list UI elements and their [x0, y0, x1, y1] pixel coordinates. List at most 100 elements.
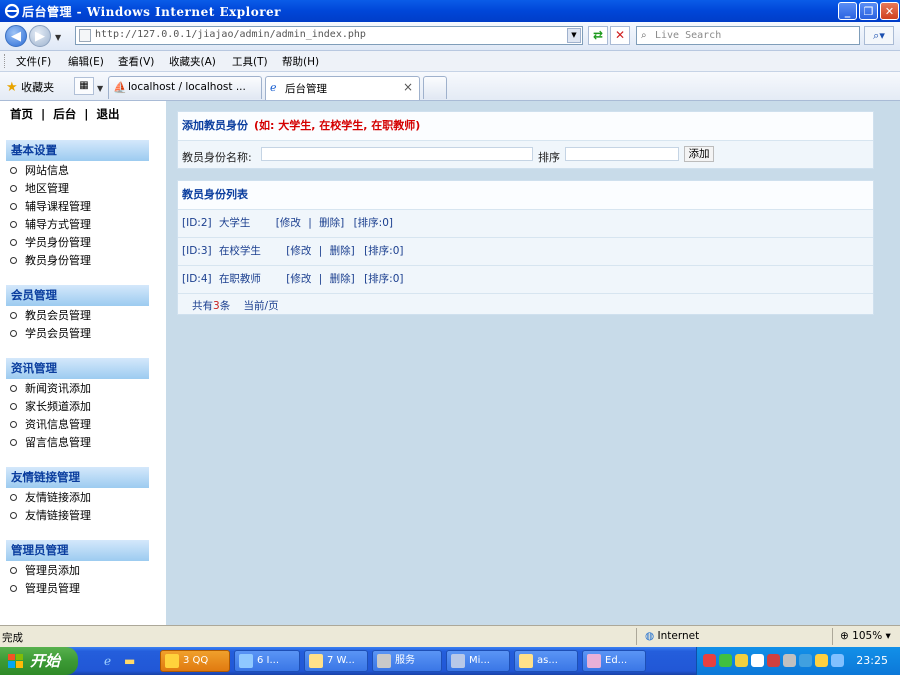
- tray-media-icon[interactable]: [751, 654, 764, 667]
- menu-edit[interactable]: 编辑(E): [68, 54, 104, 69]
- sidebar-item-site-info[interactable]: 网站信息: [10, 162, 69, 178]
- sidebar-item-label: 辅导课程管理: [25, 200, 91, 213]
- sort-input[interactable]: [565, 147, 679, 161]
- sidebar-item-manage-admins[interactable]: 管理员管理: [10, 580, 80, 596]
- history-dropdown-icon[interactable]: ▼: [55, 33, 61, 42]
- sidebar-heading-admins[interactable]: 管理员管理: [6, 540, 149, 561]
- tray-antivirus-icon[interactable]: [703, 654, 716, 667]
- refresh-button[interactable]: ⇄: [588, 26, 608, 45]
- row-name: 在校学生: [218, 245, 261, 257]
- tray-volume-icon[interactable]: [783, 654, 796, 667]
- menu-file[interactable]: 文件(F): [16, 54, 51, 69]
- row-id: [ID:4]: [182, 273, 212, 285]
- sidebar-heading-members[interactable]: 会员管理: [6, 285, 149, 306]
- edit-link[interactable]: [修改: [276, 217, 301, 229]
- sidebar-item-messages[interactable]: 留言信息管理: [10, 434, 91, 450]
- sidebar-heading-basic-settings[interactable]: 基本设置: [6, 140, 149, 161]
- sidebar-item-student-identity[interactable]: 学员身份管理: [10, 234, 91, 250]
- sidebar-item-label: 家长频道添加: [25, 400, 91, 413]
- minimize-button[interactable]: _: [838, 2, 857, 20]
- window-title: 后台管理 - Windows Internet Explorer: [22, 5, 281, 19]
- search-box[interactable]: ⌕ Live Search: [636, 26, 860, 45]
- sidebar-item-add-parent-channel[interactable]: 家长频道添加: [10, 398, 91, 414]
- taskbar-mi[interactable]: Mi...: [446, 650, 510, 672]
- home-link[interactable]: 首页: [10, 107, 33, 121]
- sidebar-item-add-admin[interactable]: 管理员添加: [10, 562, 80, 578]
- ie-quicklaunch-icon[interactable]: ℯ: [104, 654, 111, 668]
- add-panel-title: 添加教员身份: [182, 119, 248, 132]
- edit-link[interactable]: [修改: [286, 245, 311, 257]
- sidebar-item-teacher-identity[interactable]: 教员身份管理: [10, 252, 91, 268]
- tab-admin[interactable]: ℯ 后台管理 ×: [265, 76, 420, 100]
- favorites-button[interactable]: ★ 收藏夹: [6, 79, 54, 95]
- sidebar-item-label: 资讯信息管理: [25, 418, 91, 431]
- sidebar-heading-links[interactable]: 友情链接管理: [6, 467, 149, 488]
- menu-favorites[interactable]: 收藏夹(A): [169, 54, 216, 69]
- taskbar: 开始 ℯ ▬ 3 QQ 6 I... 7 W... 服务 Mi... as...…: [0, 647, 900, 675]
- tab-admin-label: 后台管理: [285, 83, 327, 95]
- sidebar-item-student-members[interactable]: 学员会员管理: [10, 325, 91, 341]
- taskbar-services[interactable]: 服务: [372, 650, 442, 672]
- tray-misc-icon[interactable]: [831, 654, 844, 667]
- search-go-button[interactable]: ⌕▾: [864, 26, 894, 45]
- taskbar-qq[interactable]: 3 QQ: [160, 650, 230, 672]
- sidebar-item-manage-links[interactable]: 友情链接管理: [10, 507, 91, 523]
- tray-shield-icon[interactable]: [815, 654, 828, 667]
- sidebar-item-tutoring-method[interactable]: 辅导方式管理: [10, 216, 91, 232]
- top-link-separator: |: [84, 107, 89, 121]
- tab-localhost[interactable]: ⛵ localhost / localhost ...: [108, 76, 262, 99]
- menu-tools[interactable]: 工具(T): [232, 54, 268, 69]
- maximize-button[interactable]: ❐: [859, 2, 878, 20]
- tab-list-dropdown-icon[interactable]: ▼: [97, 84, 103, 93]
- address-bar[interactable]: http://127.0.0.1/jiajao/admin/admin_inde…: [75, 26, 583, 45]
- stop-button[interactable]: ✕: [610, 26, 630, 45]
- sidebar-item-course[interactable]: 辅导课程管理: [10, 198, 91, 214]
- sidebar-item-add-link[interactable]: 友情链接添加: [10, 489, 91, 505]
- back-button[interactable]: ◀: [5, 25, 27, 47]
- tray-network-icon[interactable]: [719, 654, 732, 667]
- menu-help[interactable]: 帮助(H): [282, 54, 319, 69]
- delete-link[interactable]: 删除]: [330, 245, 355, 257]
- taskbar-word[interactable]: 7 W...: [304, 650, 368, 672]
- tray-update-icon[interactable]: [799, 654, 812, 667]
- delete-link[interactable]: 删除]: [319, 217, 344, 229]
- menu-view[interactable]: 查看(V): [118, 54, 154, 69]
- sidebar-item-add-news[interactable]: 新闻资讯添加: [10, 380, 91, 396]
- tab-localhost-label: localhost / localhost ...: [128, 81, 246, 93]
- close-window-button[interactable]: ✕: [880, 2, 899, 20]
- tabs-bar: ★ 收藏夹 ▦ ▼ ⛵ localhost / localhost ... ℯ …: [0, 72, 900, 101]
- logout-link[interactable]: 退出: [96, 107, 119, 121]
- quick-tabs-button[interactable]: ▦: [74, 77, 94, 95]
- delete-link[interactable]: 删除]: [330, 273, 355, 285]
- row-separator: |: [318, 245, 323, 257]
- tray-qq-icon[interactable]: [735, 654, 748, 667]
- tray-app-icon[interactable]: [767, 654, 780, 667]
- favorites-label: 收藏夹: [21, 81, 55, 94]
- add-button[interactable]: 添加: [684, 146, 714, 162]
- windows-flag-icon: [8, 654, 23, 668]
- page-icon: [79, 29, 91, 42]
- taskbar-as[interactable]: as...: [514, 650, 578, 672]
- identity-name-input[interactable]: [261, 147, 533, 161]
- sidebar-item-region[interactable]: 地区管理: [10, 180, 69, 196]
- sidebar-item-teacher-members[interactable]: 教员会员管理: [10, 307, 91, 323]
- sidebar-heading-news[interactable]: 资讯管理: [6, 358, 149, 379]
- system-clock[interactable]: 23:25: [856, 654, 888, 667]
- zoom-level[interactable]: ⊕ 105% ▾: [840, 630, 891, 642]
- list-panel-header: 教员身份列表: [178, 181, 873, 210]
- forward-button[interactable]: ▶: [29, 25, 51, 47]
- edit-link[interactable]: [修改: [286, 273, 311, 285]
- new-tab-button[interactable]: [423, 76, 447, 99]
- address-dropdown-icon[interactable]: ▼: [567, 28, 581, 43]
- explorer-quicklaunch-icon[interactable]: ▬: [124, 654, 135, 668]
- bullet-icon: [10, 402, 17, 410]
- tab-close-icon[interactable]: ×: [403, 80, 413, 94]
- admin-link[interactable]: 后台: [53, 107, 76, 121]
- start-button[interactable]: 开始: [0, 647, 78, 675]
- sidebar-item-news-manage[interactable]: 资讯信息管理: [10, 416, 91, 432]
- taskbar-ie[interactable]: 6 I...: [234, 650, 300, 672]
- taskbar-editplus[interactable]: Ed...: [582, 650, 646, 672]
- sidebar-item-label: 辅导方式管理: [25, 218, 91, 231]
- address-url[interactable]: http://127.0.0.1/jiajao/admin/admin_inde…: [95, 29, 366, 40]
- editor-icon: [587, 654, 601, 668]
